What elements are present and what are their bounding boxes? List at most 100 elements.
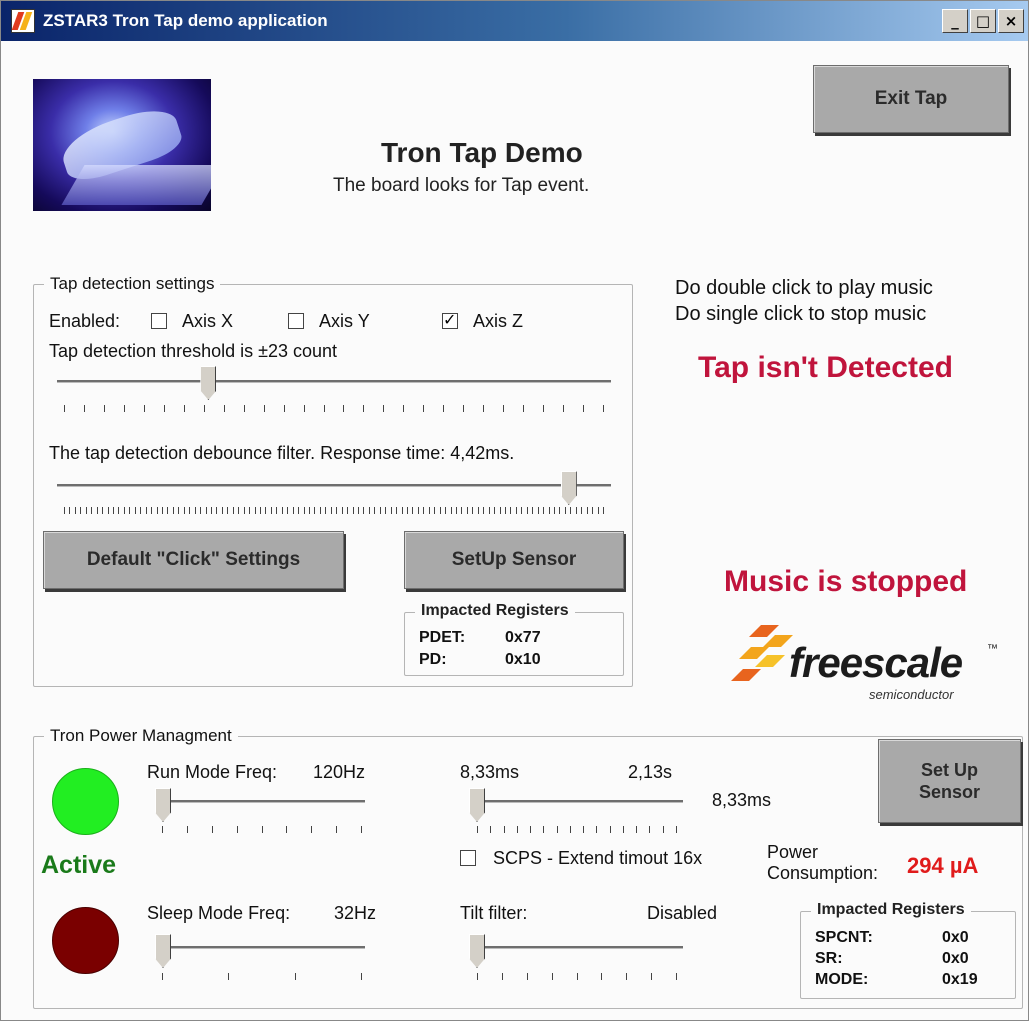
slider-tick: [537, 507, 539, 514]
slider-tick: [499, 507, 501, 514]
slider-tick: [314, 507, 316, 514]
slider-tick: [583, 826, 585, 833]
tilt-filter-slider-track[interactable]: [473, 946, 683, 949]
slider-tick: [586, 507, 588, 514]
slider-tick: [64, 405, 65, 412]
slider-tick: [543, 405, 545, 412]
close-icon: ×: [1004, 12, 1018, 30]
axis-x-checkbox[interactable]: Axis X: [151, 311, 233, 332]
slider-tick: [200, 507, 202, 514]
slider-tick: [503, 826, 505, 833]
debounce-slider-track[interactable]: [57, 484, 611, 487]
register-mode-name: MODE:: [815, 971, 869, 988]
slider-tick: [336, 507, 338, 514]
register-spcnt-name: SPCNT:: [815, 929, 873, 946]
slider-tick: [603, 405, 604, 412]
sleep-mode-slider-track[interactable]: [159, 946, 365, 949]
slider-tick: [543, 507, 545, 514]
slider-tick: [676, 826, 677, 833]
axis-x-box[interactable]: [151, 313, 167, 329]
register-pdet-name: PDET:: [419, 629, 466, 646]
slider-tick: [374, 507, 376, 514]
enabled-label: Enabled:: [49, 311, 121, 331]
run-mode-label: Run Mode Freq:: [147, 762, 278, 782]
slider-tick: [358, 507, 359, 514]
register-pd-value: 0x10: [505, 651, 541, 668]
slider-tick: [80, 507, 82, 514]
slider-tick: [238, 507, 240, 514]
power-setup-sensor-button[interactable]: Set Up Sensor: [878, 739, 1021, 823]
maximize-button[interactable]: □: [970, 9, 996, 33]
slider-tick: [145, 507, 147, 514]
slider-tick: [417, 507, 419, 514]
slider-tick: [134, 507, 136, 514]
slider-tick: [347, 507, 349, 514]
slider-tick: [260, 507, 261, 514]
default-click-settings-button[interactable]: Default "Click" Settings: [43, 531, 344, 589]
register-pd-name: PD:: [419, 651, 447, 668]
slider-tick: [232, 507, 234, 514]
music-status: Music is stopped: [724, 565, 968, 598]
setup-sensor-button[interactable]: SetUp Sensor: [404, 531, 624, 589]
slider-tick: [505, 507, 506, 514]
slider-tick: [309, 507, 310, 514]
exit-tap-label: Exit Tap: [874, 88, 948, 109]
slider-tick: [162, 826, 163, 833]
slider-tick: [323, 405, 325, 412]
axis-y-checkbox[interactable]: Axis Y: [288, 311, 370, 332]
slider-tick: [523, 405, 525, 412]
slider-tick: [592, 507, 594, 514]
page-title: Tron Tap Demo: [381, 137, 583, 168]
slider-tick: [401, 507, 403, 514]
close-button[interactable]: ×: [998, 9, 1024, 33]
axis-y-box[interactable]: [288, 313, 304, 329]
header-image: [33, 79, 211, 211]
axis-z-box[interactable]: [442, 310, 458, 329]
hint-double-click: Do double click to play music: [675, 277, 933, 299]
slider-tick: [162, 973, 163, 980]
run-mode-slider-track[interactable]: [159, 800, 365, 803]
slider-tick: [554, 507, 555, 514]
slider-tick: [186, 826, 188, 833]
scps-box[interactable]: [460, 850, 476, 866]
slider-tick: [276, 507, 278, 514]
slider-tick: [488, 507, 490, 514]
slider-tick: [510, 507, 512, 514]
slider-tick: [626, 973, 628, 980]
power-management-legend: Tron Power Managment: [44, 726, 238, 746]
consumption-label: Consumption:: [767, 863, 879, 883]
debounce-label: The tap detection debounce filter. Respo…: [49, 443, 515, 463]
page-subtitle: The board looks for Tap event.: [333, 175, 590, 196]
title-bar[interactable]: ZSTAR3 Tron Tap demo application _ □ ×: [1, 1, 1028, 41]
slider-tick: [548, 507, 550, 514]
debounce-ticks: [64, 507, 604, 515]
slider-tick: [556, 826, 558, 833]
slider-tick: [183, 507, 185, 514]
slider-tick: [178, 507, 180, 514]
slider-tick: [281, 507, 283, 514]
threshold-label: Tap detection threshold is ±23 count: [49, 341, 338, 361]
slider-tick: [83, 405, 85, 412]
slider-tick: [243, 507, 245, 514]
timeout-slider-track[interactable]: [473, 800, 683, 803]
tilt-filter-label: Tilt filter:: [460, 903, 528, 923]
axis-z-checkbox[interactable]: Axis Z: [442, 310, 524, 332]
freescale-tm: ™: [987, 643, 998, 655]
exit-tap-button[interactable]: Exit Tap: [813, 65, 1009, 133]
slider-tick: [583, 405, 585, 412]
slider-tick: [286, 826, 288, 833]
minimize-button[interactable]: _: [942, 9, 968, 33]
slider-tick: [472, 507, 474, 514]
slider-tick: [283, 405, 285, 412]
run-mode-ticks: [162, 826, 362, 834]
scps-checkbox[interactable]: SCPS - Extend timout 16x: [460, 848, 702, 869]
axis-z-label: Axis Z: [473, 311, 524, 331]
slider-tick: [516, 826, 518, 833]
slider-tick: [303, 507, 305, 514]
slider-tick: [140, 507, 142, 514]
slider-tick: [243, 405, 245, 412]
slider-tick: [490, 826, 492, 833]
slider-tick: [123, 507, 125, 514]
freescale-sub: semiconductor: [869, 687, 954, 702]
threshold-slider-track[interactable]: [57, 380, 611, 383]
